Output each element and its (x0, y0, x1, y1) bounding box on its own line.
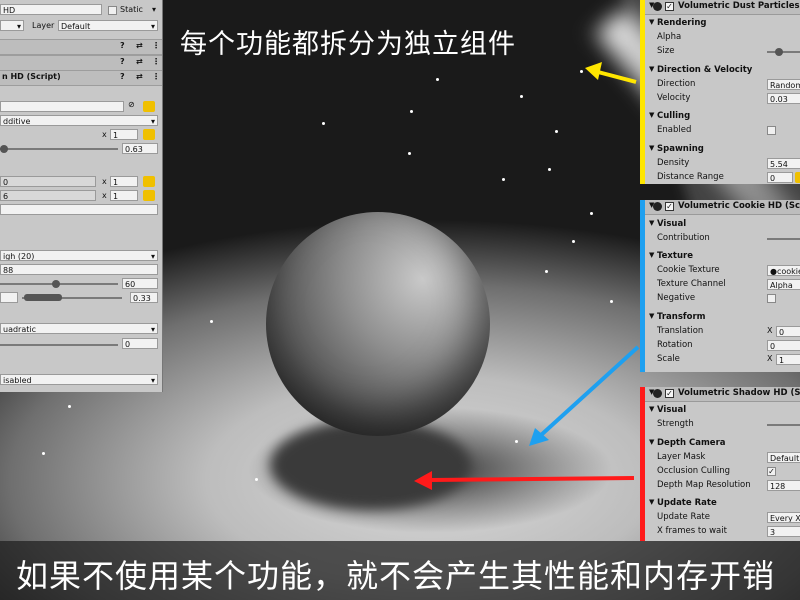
red-arrow (414, 471, 635, 490)
bottom-caption: 如果不使用某个功能，就不会产生其性能和内存开销 (16, 557, 776, 595)
blue-arrow (529, 345, 640, 446)
yellow-arrow (585, 62, 637, 84)
top-caption: 每个功能都拆分为独立组件 (180, 29, 516, 60)
annotation-arrows (414, 62, 640, 490)
